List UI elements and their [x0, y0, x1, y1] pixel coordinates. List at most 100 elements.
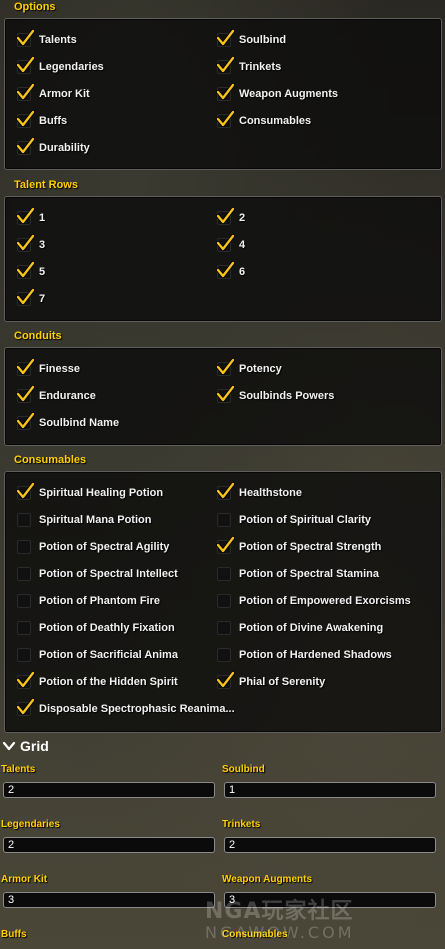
- consumables-potion-of-spectral-intellect-checkbox[interactable]: Potion of Spectral Intellect: [17, 565, 178, 583]
- options-weapon-augments-label: Weapon Augments: [239, 88, 339, 100]
- checkmark-icon[interactable]: [16, 137, 35, 155]
- checkmark-icon[interactable]: [216, 83, 235, 101]
- checkbox-empty-icon[interactable]: [17, 594, 31, 608]
- checkmark-icon[interactable]: [216, 207, 235, 225]
- conduits-soulbind-name-label: Soulbind Name: [39, 417, 120, 429]
- grid-collapse-header[interactable]: Grid: [2, 736, 49, 756]
- consumables-potion-of-sacrificial-anima-checkbox[interactable]: Potion of Sacrificial Anima: [17, 646, 178, 664]
- consumables-phial-of-serenity-checkbox[interactable]: Phial of Serenity: [216, 671, 325, 691]
- checkbox-empty-icon[interactable]: [217, 513, 231, 527]
- consumables-potion-of-spectral-agility-checkbox[interactable]: Potion of Spectral Agility: [17, 538, 169, 556]
- checkbox-empty-icon[interactable]: [217, 594, 231, 608]
- talent-rows-1-checkbox[interactable]: 1: [16, 207, 45, 227]
- checkbox-empty-icon[interactable]: [17, 540, 31, 554]
- consumables-potion-of-sacrificial-anima-label: Potion of Sacrificial Anima: [39, 649, 178, 661]
- checkbox-empty-icon[interactable]: [17, 567, 31, 581]
- conduits-group: Finesse Potency Endurance Soulbinds Powe…: [4, 347, 442, 446]
- conduits-finesse-checkbox[interactable]: Finesse: [16, 358, 80, 378]
- checkmark-icon[interactable]: [16, 698, 35, 716]
- conduits-soulbind-name-checkbox[interactable]: Soulbind Name: [16, 412, 120, 432]
- checkmark-icon[interactable]: [16, 482, 35, 500]
- grid-armor-kit-input[interactable]: [3, 892, 215, 908]
- options-durability-checkbox[interactable]: Durability: [16, 137, 90, 157]
- options-consumables-label: Consumables: [239, 115, 312, 127]
- checkbox-empty-icon[interactable]: [17, 621, 31, 635]
- checkmark-icon[interactable]: [16, 56, 35, 74]
- options-consumables-checkbox[interactable]: Consumables: [216, 110, 312, 130]
- options-talents-checkbox[interactable]: Talents: [16, 29, 77, 49]
- consumables-disposable-spectrophasic-reanima-checkbox[interactable]: Disposable Spectrophasic Reanima...: [16, 698, 235, 718]
- consumables-potion-of-spectral-strength-label: Potion of Spectral Strength: [239, 541, 382, 553]
- consumables-potion-of-hardened-shadows-label: Potion of Hardened Shadows: [239, 649, 392, 661]
- options-armor-kit-checkbox[interactable]: Armor Kit: [16, 83, 90, 103]
- talent-rows-6-checkbox[interactable]: 6: [216, 261, 245, 281]
- checkmark-icon[interactable]: [216, 482, 235, 500]
- options-durability-label: Durability: [39, 142, 90, 154]
- checkmark-icon[interactable]: [216, 261, 235, 279]
- checkmark-icon[interactable]: [16, 358, 35, 376]
- options-talents-label: Talents: [39, 34, 77, 46]
- checkmark-icon[interactable]: [216, 536, 235, 554]
- grid-buffs-label: Buffs: [1, 929, 27, 940]
- consumables-potion-of-deathly-fixation-checkbox[interactable]: Potion of Deathly Fixation: [17, 619, 175, 637]
- options-trinkets-checkbox[interactable]: Trinkets: [216, 56, 281, 76]
- grid-consumables-label: Consumables: [222, 929, 288, 940]
- checkmark-icon[interactable]: [216, 358, 235, 376]
- grid-talents-input[interactable]: [3, 782, 215, 798]
- conduits-soulbinds-powers-checkbox[interactable]: Soulbinds Powers: [216, 385, 335, 405]
- conduits-potency-checkbox[interactable]: Potency: [216, 358, 282, 378]
- checkmark-icon[interactable]: [216, 234, 235, 252]
- grid-legendaries-input[interactable]: [3, 837, 215, 853]
- checkmark-icon[interactable]: [16, 671, 35, 689]
- checkmark-icon[interactable]: [216, 110, 235, 128]
- consumables-potion-of-phantom-fire-checkbox[interactable]: Potion of Phantom Fire: [17, 592, 160, 610]
- checkmark-icon[interactable]: [16, 83, 35, 101]
- checkmark-icon[interactable]: [16, 110, 35, 128]
- checkmark-icon[interactable]: [16, 207, 35, 225]
- talent-rows-5-checkbox[interactable]: 5: [16, 261, 45, 281]
- checkmark-icon[interactable]: [216, 29, 235, 47]
- consumables-potion-of-spectral-stamina-checkbox[interactable]: Potion of Spectral Stamina: [217, 565, 379, 583]
- grid-weapon-augments-input[interactable]: [224, 892, 436, 908]
- options-weapon-augments-checkbox[interactable]: Weapon Augments: [216, 83, 339, 103]
- grid-soulbind-input[interactable]: [224, 782, 436, 798]
- consumables-healthstone-checkbox[interactable]: Healthstone: [216, 482, 302, 502]
- conduits-soulbinds-powers-label: Soulbinds Powers: [239, 390, 335, 402]
- checkbox-empty-icon[interactable]: [217, 621, 231, 635]
- consumables-spiritual-healing-potion-checkbox[interactable]: Spiritual Healing Potion: [16, 482, 163, 502]
- checkmark-icon[interactable]: [16, 234, 35, 252]
- checkbox-empty-icon[interactable]: [17, 648, 31, 662]
- checkmark-icon[interactable]: [16, 29, 35, 47]
- checkmark-icon[interactable]: [216, 671, 235, 689]
- talent-rows-3-label: 3: [39, 239, 46, 251]
- checkbox-empty-icon[interactable]: [217, 648, 231, 662]
- options-buffs-checkbox[interactable]: Buffs: [16, 110, 67, 130]
- consumables-potion-of-spiritual-clarity-checkbox[interactable]: Potion of Spiritual Clarity: [217, 511, 371, 529]
- consumables-potion-of-hardened-shadows-checkbox[interactable]: Potion of Hardened Shadows: [217, 646, 392, 664]
- consumables-potion-of-divine-awakening-checkbox[interactable]: Potion of Divine Awakening: [217, 619, 383, 637]
- consumables-disposable-spectrophasic-reanima-label: Disposable Spectrophasic Reanima...: [39, 703, 235, 715]
- checkmark-icon[interactable]: [216, 56, 235, 74]
- talent-rows-2-checkbox[interactable]: 2: [216, 207, 245, 227]
- checkmark-icon[interactable]: [16, 385, 35, 403]
- checkbox-empty-icon[interactable]: [217, 567, 231, 581]
- checkmark-icon[interactable]: [16, 261, 35, 279]
- options-legendaries-label: Legendaries: [39, 61, 104, 73]
- consumables-spiritual-mana-potion-checkbox[interactable]: Spiritual Mana Potion: [17, 511, 151, 529]
- options-group: Talents Soulbind Legendaries Trinkets Ar…: [4, 18, 442, 170]
- checkmark-icon[interactable]: [216, 385, 235, 403]
- checkmark-icon[interactable]: [16, 412, 35, 430]
- consumables-potion-of-empowered-exorcisms-checkbox[interactable]: Potion of Empowered Exorcisms: [217, 592, 411, 610]
- talent-rows-7-checkbox[interactable]: 7: [16, 288, 45, 308]
- conduits-endurance-checkbox[interactable]: Endurance: [16, 385, 96, 405]
- grid-trinkets-input[interactable]: [224, 837, 436, 853]
- options-legendaries-checkbox[interactable]: Legendaries: [16, 56, 104, 76]
- conduits-finesse-label: Finesse: [39, 363, 80, 375]
- talent-rows-4-checkbox[interactable]: 4: [216, 234, 245, 254]
- consumables-potion-of-the-hidden-spirit-checkbox[interactable]: Potion of the Hidden Spirit: [16, 671, 178, 691]
- options-soulbind-checkbox[interactable]: Soulbind: [216, 29, 286, 49]
- checkbox-empty-icon[interactable]: [17, 513, 31, 527]
- checkmark-icon[interactable]: [16, 288, 35, 306]
- consumables-potion-of-spectral-strength-checkbox[interactable]: Potion of Spectral Strength: [216, 536, 382, 556]
- talent-rows-3-checkbox[interactable]: 3: [16, 234, 46, 254]
